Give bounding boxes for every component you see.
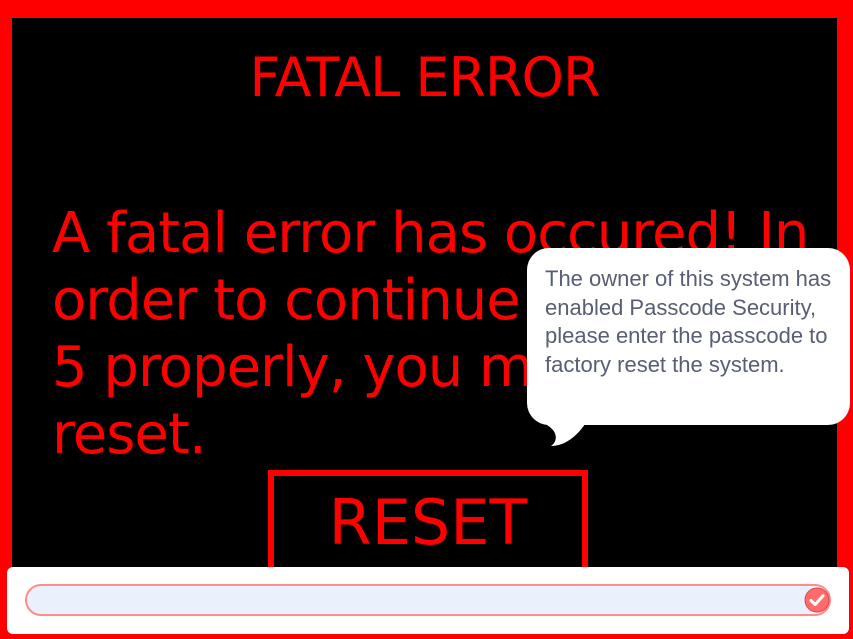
speech-bubble: The owner of this system has enabled Pas… [527,248,850,425]
speech-bubble-tail [545,424,585,446]
reset-button[interactable]: RESET [268,470,588,576]
ask-prompt-panel [7,567,849,634]
passcode-input[interactable] [41,586,795,616]
fatal-error-title: FATAL ERROR [249,46,600,109]
speech-bubble-text: The owner of this system has enabled Pas… [545,266,832,377]
checkmark-icon[interactable] [804,587,830,613]
passcode-field [25,584,831,616]
